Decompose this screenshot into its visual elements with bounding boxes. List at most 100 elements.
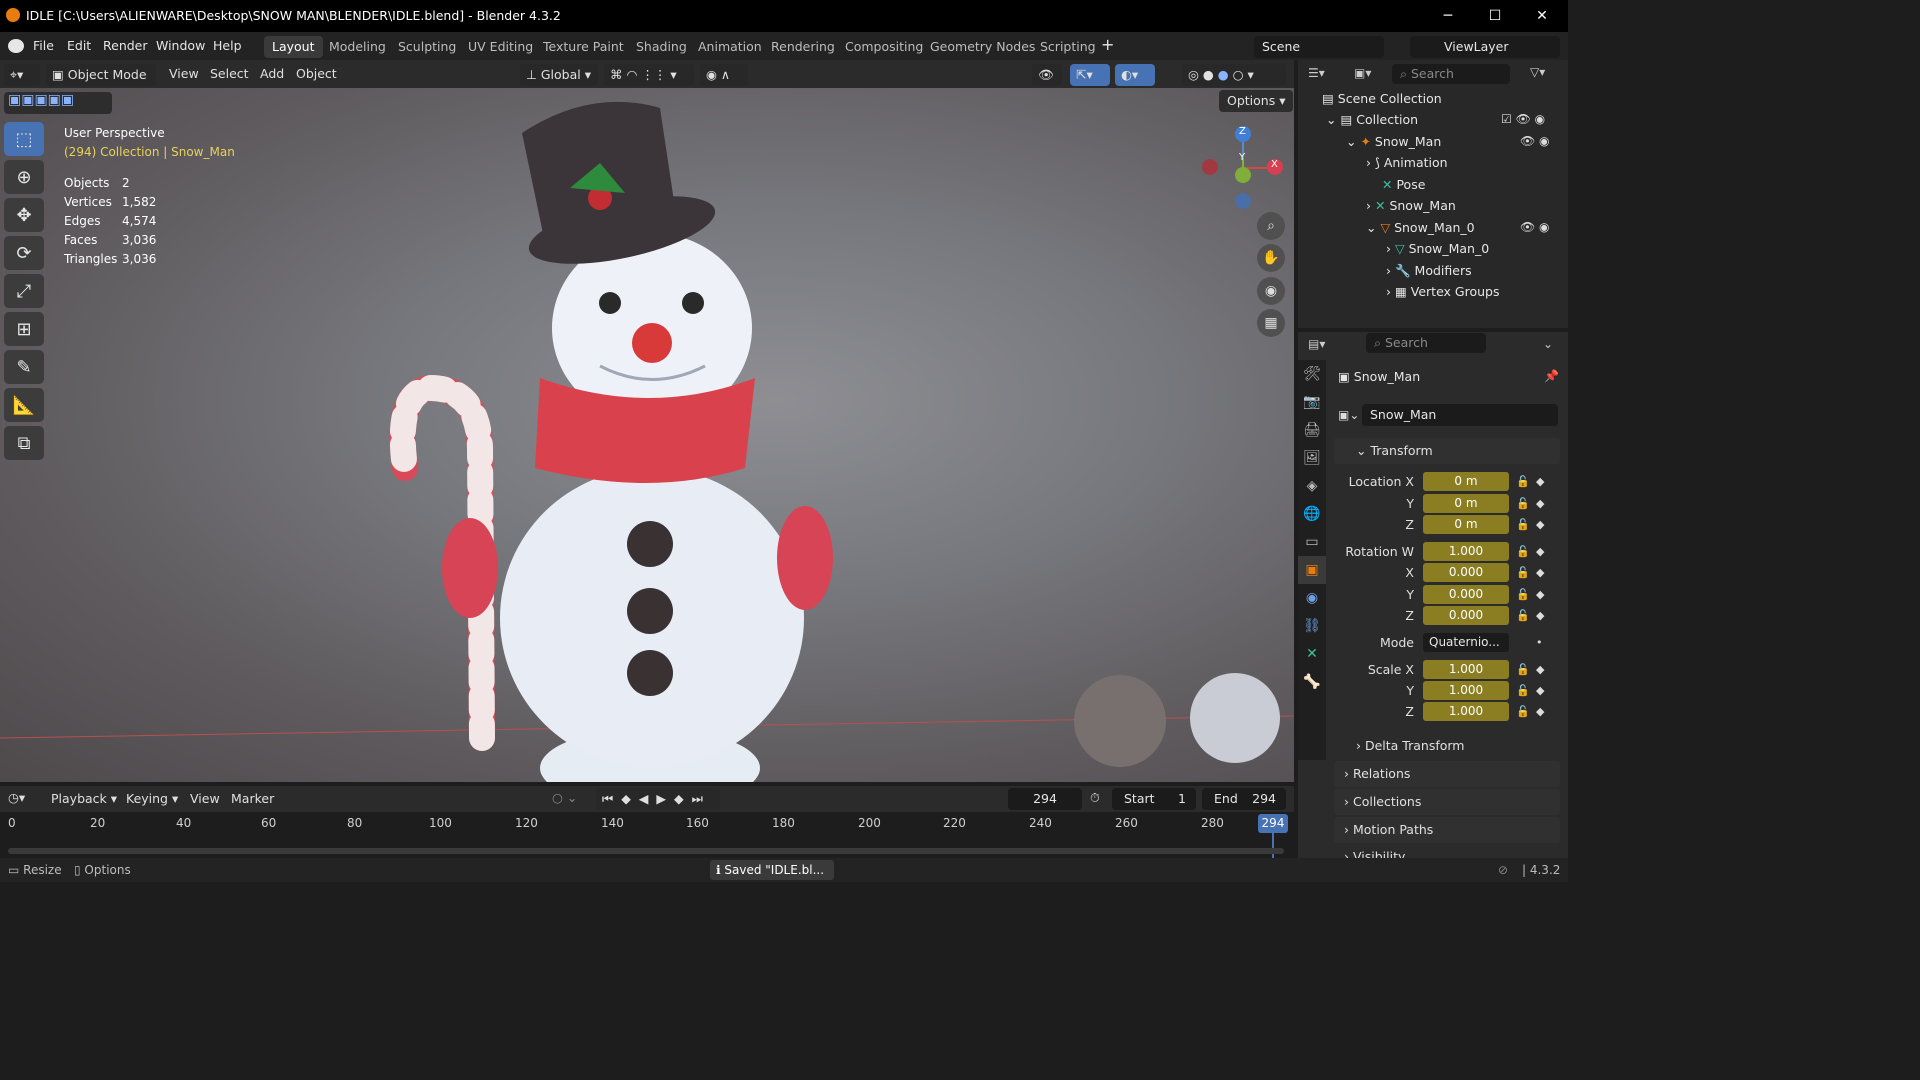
tab-modeling[interactable]: Modeling (321, 36, 394, 58)
options-button[interactable]: Options ▾ (1219, 90, 1294, 112)
viewlayer-selector[interactable]: ViewLayer (1410, 36, 1560, 58)
object-tab-icon[interactable]: ▣ (1298, 556, 1326, 584)
keyframe-icon[interactable]: ◆ (1536, 684, 1544, 697)
location-y-field[interactable]: 0 m (1423, 494, 1509, 513)
lock-icon[interactable]: 🔓 (1516, 497, 1530, 510)
collections-panel-header[interactable]: › Collections (1334, 789, 1560, 815)
measure-tool-icon[interactable]: 📐 (4, 388, 44, 422)
tool-tab-icon[interactable]: 🛠 (1298, 360, 1326, 388)
scene-tab-icon[interactable]: ◈ (1298, 472, 1326, 500)
tab-rendering[interactable]: Rendering (763, 36, 843, 58)
editor-type-icon[interactable]: ⌖▾ (4, 64, 40, 86)
menu-add[interactable]: Add (260, 66, 284, 81)
pan-hand-icon[interactable]: ✋ (1257, 244, 1285, 272)
mode-dropdown[interactable]: ▣ Object Mode ▾ (46, 64, 156, 104)
outliner-scene-collection[interactable]: ▤ Scene Collection (1322, 89, 1442, 109)
tab-sculpting[interactable]: Sculpting (390, 36, 464, 58)
transform-panel-header[interactable]: ⌄ Transform (1334, 438, 1560, 464)
menu-view[interactable]: View (169, 66, 199, 81)
scale-tool-icon[interactable]: ⤢ (4, 274, 44, 308)
armature-data-tab-icon[interactable]: ✕ (1298, 640, 1326, 668)
outliner-item-vertex-groups[interactable]: › ▦ Vertex Groups (1386, 282, 1500, 302)
outliner-item-snow-man[interactable]: ⌄ ✦ Snow_Man (1346, 132, 1441, 152)
delta-transform-section[interactable]: › Delta Transform (1356, 738, 1464, 753)
zoom-icon[interactable]: ⌕ (1257, 212, 1285, 240)
rotation-z-field[interactable]: 0.000 (1423, 606, 1509, 625)
scene-selector[interactable]: Scene (1254, 36, 1384, 58)
transform-tool-icon[interactable]: ⊞ (4, 312, 44, 346)
lock-icon[interactable]: 🔓 (1516, 545, 1530, 558)
orientation-dropdown[interactable]: ⊥ Global ▾ (520, 64, 598, 86)
keyframe-icon[interactable]: ◆ (1536, 518, 1544, 531)
timeline[interactable]: 0 20 40 60 80 100 120 140 160 180 200 22… (0, 812, 1294, 858)
tab-animation[interactable]: Animation (690, 36, 770, 58)
tab-uv-editing[interactable]: UV Editing (460, 36, 541, 58)
tab-texture-paint[interactable]: Texture Paint (535, 36, 632, 58)
menu-file[interactable]: File (33, 38, 54, 53)
visibility-icon[interactable]: 👁 (1032, 64, 1062, 86)
filter-icon[interactable]: ▽▾ (1530, 65, 1545, 79)
keyframe-icon[interactable]: ◆ (1536, 588, 1544, 601)
location-z-field[interactable]: 0 m (1423, 515, 1509, 534)
constraints-tab-icon[interactable]: ⛓ (1298, 612, 1326, 640)
lock-icon[interactable]: 🔓 (1516, 566, 1530, 579)
lock-icon[interactable]: 🔓 (1516, 475, 1530, 488)
world-tab-icon[interactable]: 🌐 (1298, 500, 1326, 528)
playback-controls[interactable]: ⏮ ◆ ◀ ▶ ◆ ⏭ (596, 788, 720, 810)
pin-icon[interactable]: 📌 (1544, 369, 1559, 383)
timer-icon[interactable]: ⏱ (1090, 790, 1100, 806)
menu-timeline-view[interactable]: View (190, 791, 220, 806)
lock-icon[interactable]: 🔓 (1516, 609, 1530, 622)
tab-layout[interactable]: Layout (264, 36, 323, 58)
current-frame-field[interactable]: 294 (1008, 788, 1082, 810)
mode-key-icon[interactable]: • (1536, 636, 1543, 649)
relations-panel-header[interactable]: › Relations (1334, 761, 1560, 787)
gizmo-toggle-icon[interactable]: ⇱▾ (1070, 64, 1110, 86)
location-x-field[interactable]: 0 m (1423, 472, 1509, 491)
lock-icon[interactable]: 🔓 (1516, 518, 1530, 531)
rotation-y-field[interactable]: 0.000 (1423, 585, 1509, 604)
outliner-item-animation[interactable]: › ⟆ Animation (1366, 153, 1448, 173)
lock-icon[interactable]: 🔓 (1516, 588, 1530, 601)
outliner-item-mesh-data[interactable]: › ▽ Snow_Man_0 (1386, 239, 1489, 259)
annotate-tool-icon[interactable]: ✎ (4, 350, 44, 384)
move-tool-icon[interactable]: ✥ (4, 198, 44, 232)
blender-menu-icon[interactable] (8, 39, 24, 53)
maximize-button[interactable]: ☐ (1485, 6, 1505, 26)
bone-tab-icon[interactable]: 🦴 (1298, 668, 1326, 696)
outliner-item-mesh-object[interactable]: ⌄ ▽ Snow_Man_0 (1366, 218, 1475, 238)
rotation-w-field[interactable]: 1.000 (1423, 542, 1509, 561)
keyframe-icon[interactable]: ◆ (1536, 705, 1544, 718)
clock-icon[interactable]: ◷▾ (8, 790, 25, 805)
menu-help[interactable]: Help (213, 38, 242, 53)
display-mode-icon[interactable]: ▣▾ (1354, 66, 1371, 80)
properties-editor-icon[interactable]: ▤▾ (1308, 337, 1325, 351)
menu-select[interactable]: Select (210, 66, 249, 81)
timeline-scrollbar[interactable] (8, 848, 1284, 854)
proportional-edit-icon[interactable]: ◉ ∧ (700, 64, 748, 86)
keyframe-icon[interactable]: ◆ (1536, 566, 1544, 579)
outliner-item-modifiers[interactable]: › 🔧 Modifiers (1386, 261, 1472, 281)
tab-compositing[interactable]: Compositing (837, 36, 931, 58)
auto-key-icon[interactable]: ○ ⌄ (552, 790, 577, 805)
close-button[interactable]: ✕ (1532, 6, 1552, 26)
mesh-visibility-icons[interactable]: 👁 ◉ (1520, 220, 1550, 234)
lock-icon[interactable]: 🔓 (1516, 684, 1530, 697)
select-box-tool-icon[interactable]: ⬚ (4, 122, 44, 156)
object-name-field[interactable]: Snow_Man (1362, 404, 1558, 426)
keyframe-icon[interactable]: ◆ (1536, 663, 1544, 676)
snowman-visibility-icons[interactable]: 👁 ◉ (1520, 134, 1550, 148)
physics-tab-icon[interactable]: ◉ (1298, 584, 1326, 612)
outliner-search-input[interactable]: ⌕ Search (1392, 64, 1510, 84)
scale-z-field[interactable]: 1.000 (1423, 702, 1509, 721)
menu-object[interactable]: Object (296, 66, 337, 81)
rotation-x-field[interactable]: 0.000 (1423, 563, 1509, 582)
render-tab-icon[interactable]: 📷 (1298, 388, 1326, 416)
scale-y-field[interactable]: 1.000 (1423, 681, 1509, 700)
snapping-icon[interactable]: ⌘ ◠ ⋮⋮ ▾ (604, 64, 694, 86)
collection-tab-icon[interactable]: ▭ (1298, 528, 1326, 556)
properties-options-icon[interactable]: ⌄ (1543, 337, 1553, 351)
properties-search-input[interactable]: ⌕ Search (1366, 333, 1486, 353)
menu-edit[interactable]: Edit (67, 38, 91, 53)
camera-view-icon[interactable]: ◉ (1257, 277, 1285, 305)
